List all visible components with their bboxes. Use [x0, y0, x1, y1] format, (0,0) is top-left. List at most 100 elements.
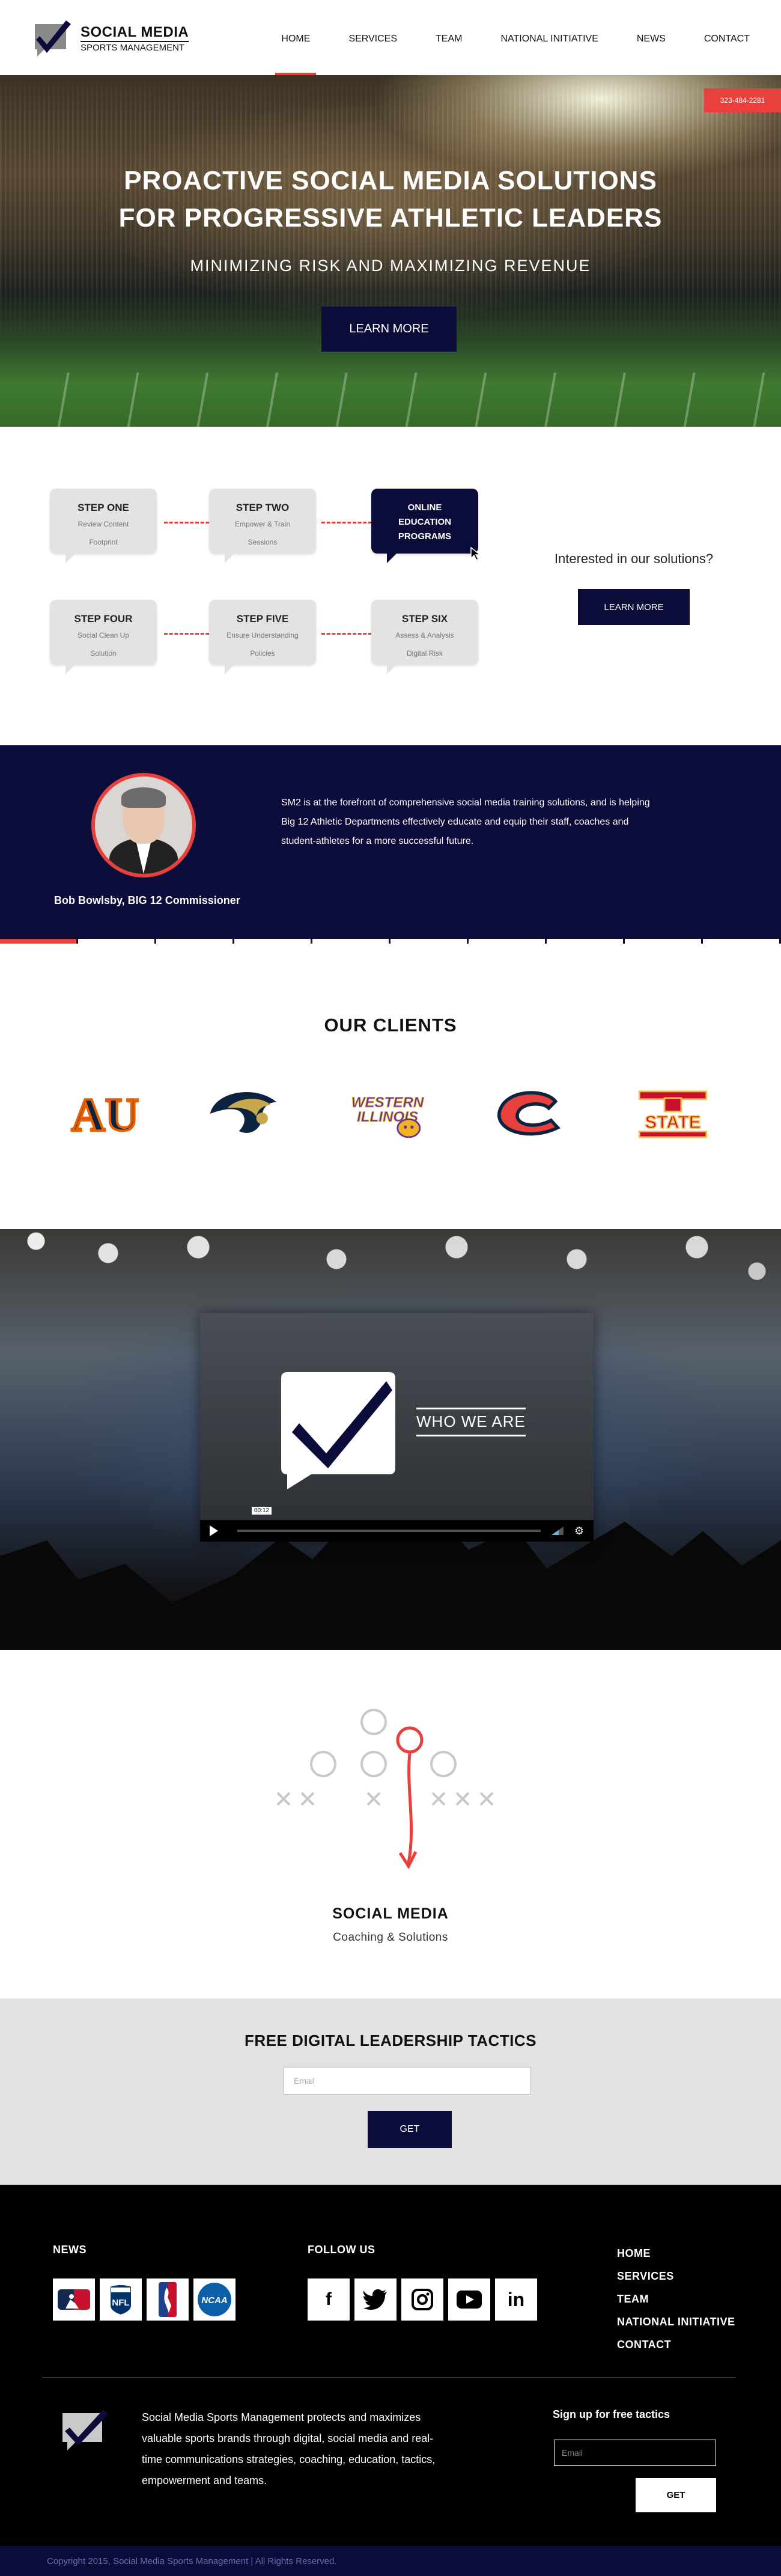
- step-desc: Empower & Train Sessions: [234, 520, 291, 546]
- ncaa-logo-icon[interactable]: NCAA: [193, 2278, 236, 2321]
- avatar: [91, 773, 196, 877]
- video-section: WHO WE ARE 00:12 ⚙: [0, 1229, 781, 1650]
- footer-nav-team[interactable]: TEAM: [617, 2288, 735, 2310]
- facebook-icon[interactable]: f: [308, 2278, 350, 2321]
- slide-indicator[interactable]: [0, 939, 78, 944]
- nav-team[interactable]: TEAM: [436, 34, 462, 75]
- iowa-state-logo-icon[interactable]: STATE: [634, 1081, 712, 1147]
- step-title: ONLINE EDUCATION PROGRAMS: [398, 502, 452, 542]
- time-tooltip: 00:12: [252, 1507, 272, 1515]
- hero-title-line1: PROACTIVE SOCIAL MEDIA SOLUTIONS: [124, 166, 657, 195]
- step-two-card[interactable]: STEP TWO Empower & Train Sessions: [209, 489, 316, 563]
- hero-title-line2: FOR PROGRESSIVE ATHLETIC LEADERS: [118, 203, 663, 233]
- linkedin-icon[interactable]: in: [495, 2278, 537, 2321]
- video-player[interactable]: WHO WE ARE 00:12 ⚙: [200, 1313, 594, 1542]
- slide-indicator[interactable]: [78, 939, 156, 944]
- news-logos: NFL NCAA: [53, 2278, 236, 2321]
- nav-news[interactable]: NEWS: [637, 34, 666, 75]
- step-online-education-card[interactable]: ONLINE EDUCATION PROGRAMS: [371, 489, 482, 563]
- step-five-card[interactable]: STEP FIVE Ensure Understanding Policies: [209, 600, 316, 674]
- cursor-pointer-icon: [470, 546, 482, 561]
- steps-section: STEP ONE Review Content Footprint STEP TW…: [0, 427, 781, 745]
- footer-nav-services[interactable]: SERVICES: [617, 2265, 735, 2288]
- page: SOCIAL MEDIA SPORTS MANAGEMENT HOME SERV…: [0, 0, 781, 2576]
- play-icon[interactable]: [210, 1525, 218, 1536]
- site-header: SOCIAL MEDIA SPORTS MANAGEMENT HOME SERV…: [0, 0, 781, 75]
- nav-home[interactable]: HOME: [275, 34, 317, 75]
- checkmark-logo-icon: [275, 1366, 401, 1492]
- step-connector: [164, 522, 214, 523]
- steps-learn-more-button[interactable]: LEARN MORE: [578, 589, 690, 625]
- mlb-logo-icon[interactable]: [53, 2278, 95, 2321]
- interest-prompt: Interested in our solutions?: [554, 551, 714, 566]
- svg-text:NFL: NFL: [112, 2298, 129, 2308]
- step-title: STEP TWO: [236, 502, 290, 513]
- social-media-section: SOCIAL MEDIA Coaching & Solutions: [0, 1650, 781, 1998]
- social-links: f in: [308, 2278, 537, 2321]
- nba-logo-icon[interactable]: [147, 2278, 189, 2321]
- logo-title: SOCIAL MEDIA: [81, 23, 189, 40]
- phone-badge[interactable]: 323-484-2281: [704, 88, 781, 112]
- footer-nav-national-initiative[interactable]: NATIONAL INITIATIVE: [617, 2310, 735, 2333]
- svg-text:STATE: STATE: [645, 1113, 701, 1132]
- chicago-bears-c-logo-icon[interactable]: [490, 1081, 568, 1147]
- step-title: STEP ONE: [77, 502, 129, 513]
- footer-divider: [42, 2377, 736, 2378]
- footer-nav-home[interactable]: HOME: [617, 2242, 735, 2265]
- step-six-card[interactable]: STEP SIX Assess & Analysis Digital Risk: [371, 600, 478, 674]
- footer-email-input[interactable]: [554, 2440, 716, 2466]
- hero-section: 323-484-2281 PROACTIVE SOCIAL MEDIA SOLU…: [0, 75, 781, 427]
- site-footer: NEWS NFL NCAA FOLLOW US f in HOME SERVIC…: [0, 2185, 781, 2569]
- hero-subtitle: MINIMIZING RISK AND MAXIMIZING REVENUE: [190, 257, 591, 275]
- tactics-email-input[interactable]: [284, 2067, 531, 2095]
- western-illinois-logo-icon[interactable]: WESTERN ILLINOIS: [348, 1081, 427, 1147]
- slide-indicator[interactable]: [703, 939, 781, 944]
- slide-indicator[interactable]: [625, 939, 703, 944]
- nav-services[interactable]: SERVICES: [348, 34, 397, 75]
- step-title: STEP FOUR: [74, 613, 133, 624]
- slide-indicator[interactable]: [156, 939, 234, 944]
- tactics-get-button[interactable]: GET: [368, 2111, 452, 2148]
- slide-indicator[interactable]: [312, 939, 390, 944]
- slide-indicator[interactable]: [547, 939, 625, 944]
- video-progress-track[interactable]: [237, 1530, 541, 1532]
- volume-icon[interactable]: [551, 1527, 564, 1535]
- svg-text:WESTERN: WESTERN: [351, 1094, 424, 1111]
- auburn-au-logo-icon[interactable]: AU: [66, 1081, 144, 1147]
- rams-horn-logo-icon[interactable]: [204, 1081, 282, 1147]
- footer-nav: HOME SERVICES TEAM NATIONAL INITIATIVE C…: [617, 2242, 735, 2356]
- footer-follow-heading: FOLLOW US: [308, 2244, 375, 2256]
- twitter-icon[interactable]: [354, 2278, 397, 2321]
- site-logo[interactable]: SOCIAL MEDIA SPORTS MANAGEMENT: [31, 18, 189, 59]
- footer-news-heading: NEWS: [53, 2244, 87, 2256]
- footer-signup-heading: Sign up for free tactics: [553, 2408, 670, 2420]
- step-connector: [321, 633, 372, 635]
- footer-nav-contact[interactable]: CONTACT: [617, 2333, 735, 2356]
- nav-contact[interactable]: CONTACT: [704, 34, 750, 75]
- instagram-icon[interactable]: [401, 2278, 443, 2321]
- clients-section: OUR CLIENTS AU WESTERN ILLINOIS STATE: [0, 944, 781, 1229]
- slide-indicator[interactable]: [390, 939, 469, 944]
- tactics-heading: FREE DIGITAL LEADERSHIP TACTICS: [245, 2031, 536, 2050]
- video-controls: 00:12 ⚙: [200, 1507, 594, 1542]
- checkmark-logo-icon: [60, 2410, 111, 2456]
- slide-indicator[interactable]: [469, 939, 547, 944]
- hero-learn-more-button[interactable]: LEARN MORE: [321, 307, 457, 352]
- social-subtitle: Coaching & Solutions: [333, 1931, 448, 1944]
- step-four-card[interactable]: STEP FOUR Social Clean Up Solution: [50, 600, 157, 674]
- hero-title: PROACTIVE SOCIAL MEDIA SOLUTIONS FOR PRO…: [0, 162, 781, 237]
- slider-progress: [0, 939, 781, 944]
- nav-national-initiative[interactable]: NATIONAL INITIATIVE: [500, 34, 598, 75]
- main-nav: HOME SERVICES TEAM NATIONAL INITIATIVE N…: [243, 34, 750, 75]
- footer-get-button[interactable]: GET: [636, 2478, 716, 2512]
- step-desc: Review Content Footprint: [77, 520, 129, 546]
- step-one-card[interactable]: STEP ONE Review Content Footprint: [50, 489, 157, 563]
- gear-icon[interactable]: ⚙: [574, 1525, 584, 1537]
- checkmark-logo-icon: [31, 18, 78, 59]
- nfl-logo-icon[interactable]: NFL: [100, 2278, 142, 2321]
- testimonial-quote: SM2 is at the forefront of comprehensive…: [281, 798, 650, 846]
- youtube-icon[interactable]: [448, 2278, 490, 2321]
- step-connector: [321, 522, 372, 523]
- field-lines: [0, 373, 781, 427]
- slide-indicator[interactable]: [234, 939, 312, 944]
